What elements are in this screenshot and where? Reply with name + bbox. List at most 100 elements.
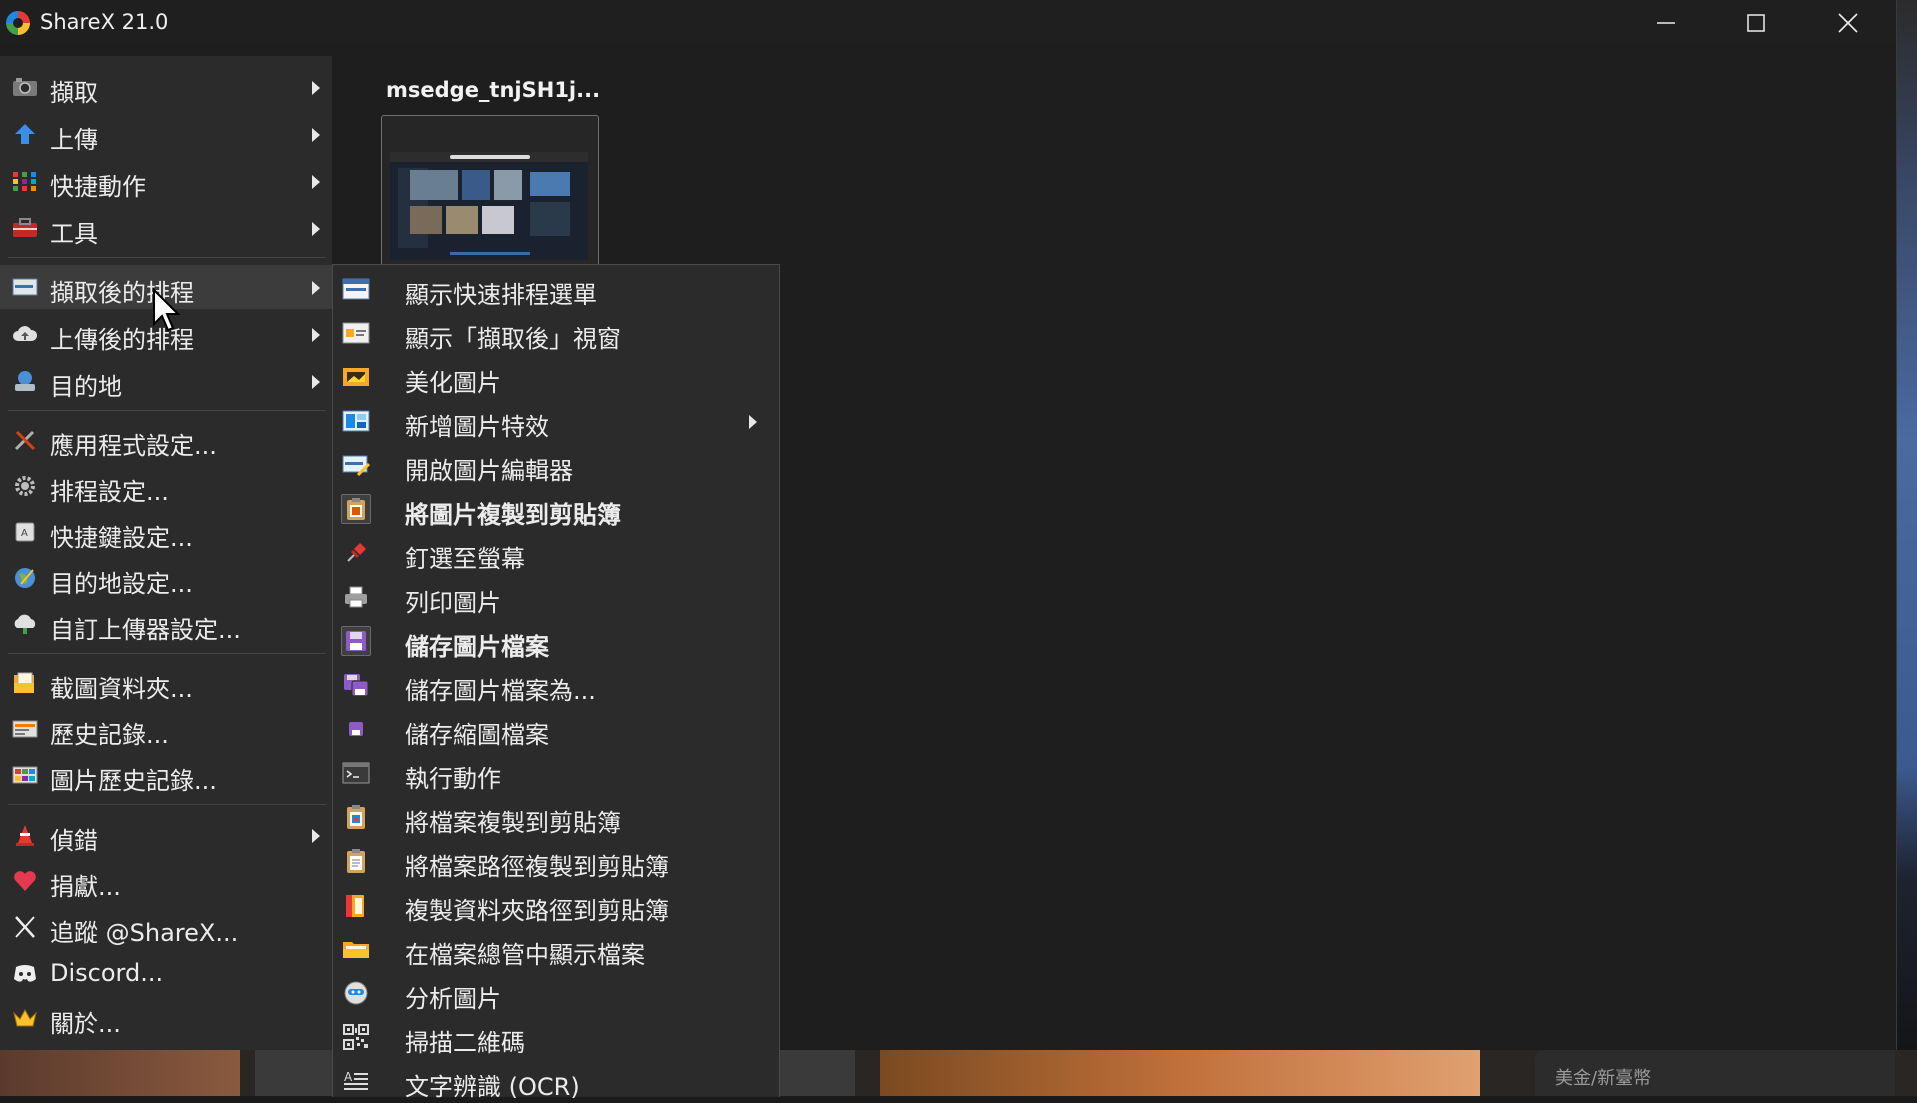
maximize-icon	[1747, 14, 1765, 32]
close-button[interactable]	[1802, 0, 1894, 46]
submenu-item-show-file-in-explorer[interactable]: 在檔案總管中顯示檔案	[333, 927, 779, 971]
menu-separator	[8, 653, 326, 654]
crown-icon	[12, 1006, 38, 1030]
terminal-icon	[341, 759, 371, 787]
submenu-item-copy-file-path-to-clipboard[interactable]: 將檔案路徑複製到剪貼簿	[333, 839, 779, 883]
menu-item-hotkey-settings[interactable]: A 快捷鍵設定...	[0, 510, 332, 554]
explorer-folder-icon	[341, 935, 371, 963]
submenu-item-print-image[interactable]: 列印圖片	[333, 575, 779, 619]
thumbnail-image	[390, 152, 588, 260]
discord-icon	[12, 961, 38, 985]
sharex-logo-icon	[6, 11, 30, 35]
submenu-item-beautify-image[interactable]: 美化圖片	[333, 355, 779, 399]
menu-separator	[8, 804, 326, 805]
menu-item-custom-uploader-settings[interactable]: 自訂上傳器設定...	[0, 602, 332, 646]
folder-path-icon	[341, 891, 371, 919]
history-icon	[12, 717, 38, 741]
background-tile	[0, 1050, 240, 1096]
globe-icon	[12, 566, 38, 590]
submenu-item-save-thumbnail[interactable]: 儲存縮圖檔案	[333, 707, 779, 751]
submenu-item-save-image[interactable]: 儲存圖片檔案	[333, 619, 779, 663]
quick-menu-icon	[341, 275, 371, 303]
folder-icon	[12, 671, 38, 695]
submenu-item-copy-folder-path-to-clipboard[interactable]: 複製資料夾路徑到剪貼簿	[333, 883, 779, 927]
qr-code-icon	[341, 1023, 371, 1051]
submenu-item-show-after-capture-window[interactable]: 顯示「擷取後」視窗	[333, 311, 779, 355]
menu-item-screenshots-folder[interactable]: 截圖資料夾...	[0, 661, 332, 705]
upload-arrow-icon	[12, 122, 38, 146]
minimize-button[interactable]	[1620, 0, 1712, 46]
submenu-item-copy-image-to-clipboard[interactable]: 將圖片複製到剪貼簿	[333, 487, 779, 531]
submenu-item-scan-qr-code[interactable]: 掃描二維碼	[333, 1015, 779, 1059]
background-tile	[880, 1050, 1480, 1096]
analyze-icon	[341, 979, 371, 1007]
menu-item-debug[interactable]: 偵錯	[0, 813, 332, 857]
submenu-item-copy-file-to-clipboard[interactable]: 將檔案複製到剪貼簿	[333, 795, 779, 839]
menu-item-history[interactable]: 歷史記錄...	[0, 707, 332, 751]
close-icon	[1838, 13, 1858, 33]
window-icon	[341, 319, 371, 347]
cloud-icon	[12, 322, 38, 346]
clipboard-path-icon	[341, 847, 371, 875]
printer-icon	[341, 583, 371, 611]
menu-separator	[8, 410, 326, 411]
submenu-arrow-icon	[312, 375, 320, 389]
title-bar: ShareX 21.0	[0, 0, 1896, 46]
menu-item-capture[interactable]: 擷取	[0, 65, 332, 109]
save-thumbnail-icon	[341, 715, 371, 743]
thumbnail-title[interactable]: msedge_tnjSH1j...	[386, 78, 600, 102]
thumbnail-card[interactable]	[381, 115, 599, 267]
menu-item-destination-settings[interactable]: 目的地設定...	[0, 556, 332, 600]
window-title: ShareX 21.0	[40, 10, 169, 34]
toolbox-icon	[12, 216, 38, 240]
x-logo-icon	[12, 915, 38, 939]
menu-item-discord[interactable]: Discord...	[0, 951, 332, 995]
menu-item-follow-x[interactable]: 追蹤 @ShareX...	[0, 905, 332, 949]
submenu-arrow-icon	[312, 222, 320, 236]
image-history-icon	[12, 763, 38, 787]
submenu-item-pin-to-screen[interactable]: 釘選至螢幕	[333, 531, 779, 575]
menu-item-quick-actions[interactable]: 快捷動作	[0, 159, 332, 203]
beautify-icon	[341, 363, 371, 391]
grid-dots-icon	[12, 169, 38, 193]
background-currency-widget: 美金/新臺幣	[1535, 1050, 1895, 1096]
menu-item-about[interactable]: 關於...	[0, 996, 332, 1040]
menu-item-donate[interactable]: 捐獻...	[0, 859, 332, 903]
submenu-item-add-image-effects[interactable]: 新增圖片特效	[333, 399, 779, 443]
menu-item-image-history[interactable]: 圖片歷史記錄...	[0, 753, 332, 797]
cloud-upload-icon	[12, 612, 38, 636]
heart-icon	[12, 869, 38, 893]
after-capture-submenu: 顯示快速排程選單 顯示「擷取後」視窗 美化圖片 新增圖片特效 開啟圖片編輯器 將…	[332, 264, 780, 1101]
submenu-arrow-icon	[312, 328, 320, 342]
maximize-button[interactable]	[1710, 0, 1802, 46]
menu-item-upload[interactable]: 上傳	[0, 112, 332, 156]
minimize-icon	[1657, 22, 1675, 24]
submenu-item-save-image-as[interactable]: 儲存圖片檔案為...	[333, 663, 779, 707]
keyboard-icon: A	[12, 520, 38, 544]
submenu-arrow-icon	[749, 415, 757, 429]
menu-item-app-settings[interactable]: 應用程式設定...	[0, 418, 332, 462]
mouse-cursor-icon	[152, 287, 182, 338]
wrench-icon	[12, 428, 38, 452]
submenu-item-show-quick-task-menu[interactable]: 顯示快速排程選單	[333, 267, 779, 311]
submenu-item-ocr[interactable]: A 文字辨識 (OCR)	[333, 1059, 779, 1103]
submenu-arrow-icon	[312, 281, 320, 295]
gear-icon	[12, 474, 38, 498]
clipboard-file-icon	[341, 803, 371, 831]
traffic-cone-icon	[12, 823, 38, 847]
submenu-item-perform-actions[interactable]: 執行動作	[333, 751, 779, 795]
menu-item-destinations[interactable]: 目的地	[0, 359, 332, 403]
menu-separator	[8, 257, 326, 258]
save-as-icon	[341, 671, 371, 699]
submenu-arrow-icon	[312, 128, 320, 142]
submenu-item-analyze-image[interactable]: 分析圖片	[333, 971, 779, 1015]
save-icon	[341, 626, 371, 656]
submenu-item-open-image-editor[interactable]: 開啟圖片編輯器	[333, 443, 779, 487]
submenu-arrow-icon	[312, 175, 320, 189]
svg-text:A: A	[344, 1070, 353, 1084]
menu-item-tools[interactable]: 工具	[0, 206, 332, 250]
submenu-arrow-icon	[312, 829, 320, 843]
camera-icon	[12, 75, 38, 99]
svg-text:A: A	[21, 528, 28, 539]
menu-item-task-settings[interactable]: 排程設定...	[0, 464, 332, 508]
